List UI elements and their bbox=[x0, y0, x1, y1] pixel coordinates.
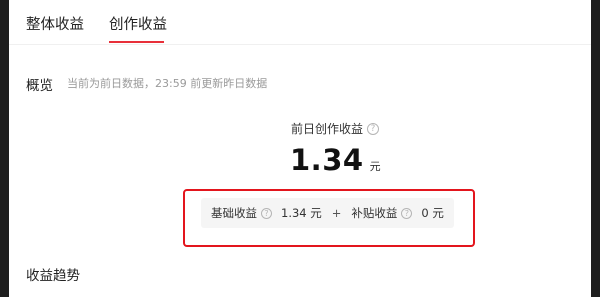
question-circle-icon[interactable]: ? bbox=[367, 122, 380, 135]
base-earnings-label: 基础收益 bbox=[211, 206, 257, 220]
overview-heading: 概览 bbox=[26, 78, 53, 94]
earnings-breakdown: 基础收益 ? 1.34 元 + 补贴收益 ? 0 元 bbox=[201, 198, 454, 228]
plus-sign: + bbox=[331, 206, 342, 220]
earnings-trend-heading: 收益趋势 bbox=[26, 268, 80, 284]
metric-label-text: 前日创作收益 bbox=[291, 122, 364, 136]
tab-creation-earnings[interactable]: 创作收益 bbox=[109, 13, 167, 34]
yesterday-creation-earnings-label: 前日创作收益 ? bbox=[291, 120, 380, 137]
metric-number: 1.34 bbox=[290, 143, 364, 177]
question-circle-icon[interactable]: ? bbox=[261, 207, 272, 219]
active-tab-indicator bbox=[109, 41, 164, 43]
question-circle-icon[interactable]: ? bbox=[401, 207, 413, 219]
overview-update-note: 当前为前日数据，23:59 前更新昨日数据 bbox=[67, 77, 268, 90]
earnings-page: 整体收益 创作收益 概览 当前为前日数据，23:59 前更新昨日数据 前日创作收… bbox=[0, 0, 600, 297]
metric-value: 1.34 元 bbox=[290, 143, 381, 177]
tab-overall-earnings[interactable]: 整体收益 bbox=[26, 13, 84, 34]
subsidy-earnings-label: 补贴收益 bbox=[351, 206, 398, 220]
metric-unit: 元 bbox=[369, 160, 381, 173]
subsidy-earnings-value: 0 元 bbox=[421, 206, 444, 220]
tabs-divider bbox=[9, 44, 591, 45]
right-border bbox=[591, 0, 600, 297]
left-border bbox=[0, 0, 9, 297]
base-earnings-value: 1.34 元 bbox=[281, 206, 322, 220]
